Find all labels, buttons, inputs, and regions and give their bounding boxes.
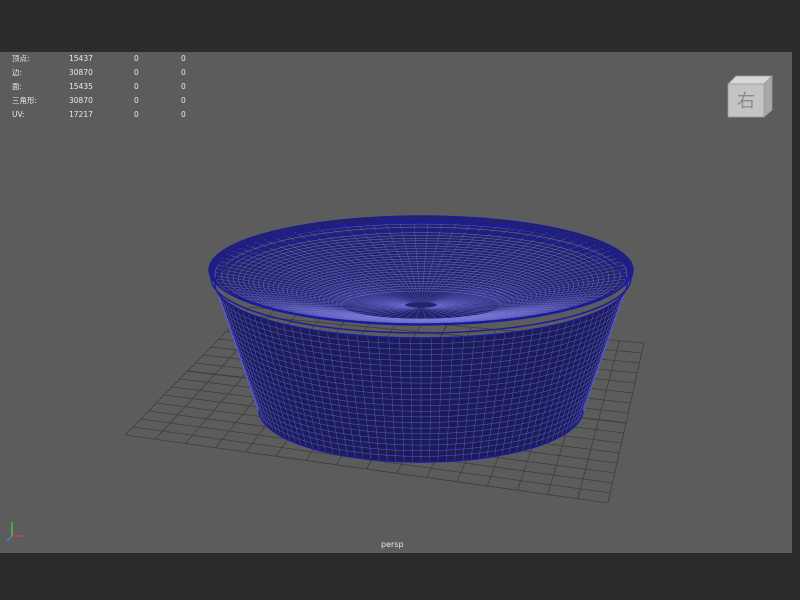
view-cube-icon[interactable]: 右 xyxy=(726,74,774,118)
hud-triangles: 0 xyxy=(181,68,186,77)
bottom-bar xyxy=(0,553,800,600)
hud-total: 15435 xyxy=(69,82,93,91)
hud-selected: 0 xyxy=(134,68,139,77)
hud-selected: 0 xyxy=(134,96,139,105)
scene-canvas[interactable] xyxy=(0,52,792,553)
hud-selected: 0 xyxy=(134,82,139,91)
hud-label: UV: xyxy=(12,110,25,119)
axis-indicator-icon xyxy=(6,522,24,542)
hud-row-triangles: 三角形: 30870 0 0 xyxy=(12,94,202,108)
hud-label: 顶点: xyxy=(12,54,30,63)
viewport-frame-right xyxy=(792,52,800,553)
hud-triangles: 0 xyxy=(181,54,186,63)
view-cube-face-label: 右 xyxy=(737,91,755,112)
hud-triangles: 0 xyxy=(181,82,186,91)
hud-selected: 0 xyxy=(134,110,139,119)
hud-total: 15437 xyxy=(69,54,93,63)
camera-name-label: persp xyxy=(381,540,404,549)
hud-label: 边: xyxy=(12,68,23,77)
grid-line xyxy=(607,342,645,504)
poly-count-hud: 顶点: 15437 0 0 边: 30870 0 0 面: 15435 0 0 … xyxy=(12,52,202,122)
hud-label: 面: xyxy=(12,82,23,91)
hud-total: 30870 xyxy=(69,68,93,77)
top-bar xyxy=(0,0,800,52)
hud-selected: 0 xyxy=(134,54,139,63)
hud-row-edges: 边: 30870 0 0 xyxy=(12,66,202,80)
hud-triangles: 0 xyxy=(181,96,186,105)
hud-row-uv: UV: 17217 0 0 xyxy=(12,108,202,122)
hud-row-vertices: 顶点: 15437 0 0 xyxy=(12,52,202,66)
hud-triangles: 0 xyxy=(181,110,186,119)
hud-total: 30870 xyxy=(69,96,93,105)
hud-total: 17217 xyxy=(69,110,93,119)
bowl-wireframe-mesh[interactable] xyxy=(208,215,634,463)
perspective-viewport[interactable]: 顶点: 15437 0 0 边: 30870 0 0 面: 15435 0 0 … xyxy=(0,52,792,553)
bowl-inner-fill xyxy=(209,216,633,324)
hud-label: 三角形: xyxy=(12,96,38,105)
hud-row-faces: 面: 15435 0 0 xyxy=(12,80,202,94)
